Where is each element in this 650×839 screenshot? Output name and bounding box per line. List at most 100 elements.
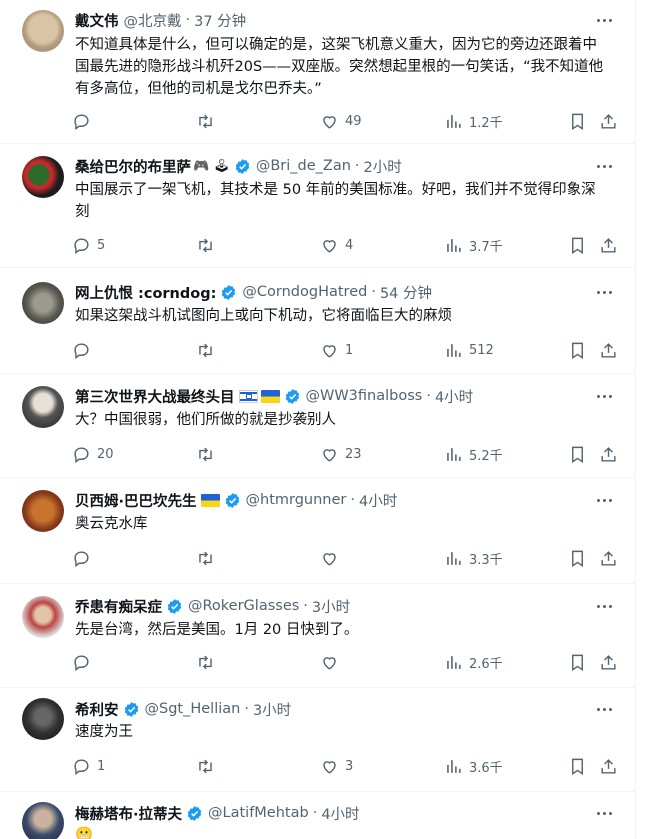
- retweet-button[interactable]: [196, 443, 215, 465]
- more-icon[interactable]: [594, 490, 614, 510]
- handle[interactable]: @Bri_de_Zan: [256, 158, 351, 174]
- share-button[interactable]: [599, 110, 618, 132]
- avatar[interactable]: [22, 156, 64, 198]
- timestamp[interactable]: 4小时: [321, 803, 359, 824]
- verified-badge-icon: [235, 158, 250, 174]
- tweet[interactable]: 戴文伟 @北京戴 · 37 分钟 不知道具体是什么，但可以确定的是，这架飞机意义…: [0, 0, 636, 144]
- handle[interactable]: @LatifMehtab: [208, 805, 309, 821]
- timestamp[interactable]: 54 分钟: [380, 282, 432, 303]
- like-button[interactable]: 23: [320, 443, 362, 465]
- views-button[interactable]: 5.2千: [444, 443, 503, 465]
- tweet[interactable]: 希利安 @Sgt_Hellian · 3小时 速度为王 1 3 3.6千: [0, 688, 636, 792]
- display-name[interactable]: 第三次世界大战最终头目: [75, 386, 235, 407]
- bookmark-button[interactable]: [568, 110, 587, 132]
- more-icon[interactable]: [594, 282, 614, 302]
- display-name[interactable]: 戴文伟: [75, 10, 119, 31]
- more-icon[interactable]: [594, 803, 614, 823]
- timestamp[interactable]: 4小时: [435, 386, 473, 407]
- avatar[interactable]: [22, 10, 64, 52]
- reply-button[interactable]: [72, 547, 97, 569]
- bookmark-button[interactable]: [568, 339, 587, 361]
- retweet-button[interactable]: [196, 547, 215, 569]
- more-icon[interactable]: [594, 386, 614, 406]
- reply-button[interactable]: 5: [72, 234, 105, 256]
- retweet-button[interactable]: [196, 234, 215, 256]
- bookmark-button[interactable]: [568, 234, 587, 256]
- share-button[interactable]: [599, 443, 618, 465]
- share-button[interactable]: [599, 547, 618, 569]
- views-button[interactable]: 3.3千: [444, 547, 503, 569]
- share-button[interactable]: [599, 651, 618, 673]
- tweet[interactable]: 桑给巴尔的布里萨 🎮 🕹 @Bri_de_Zan · 2小时 中国展示了一架飞机…: [0, 144, 636, 268]
- avatar[interactable]: [22, 802, 64, 839]
- handle[interactable]: @Sgt_Hellian: [145, 701, 241, 717]
- avatar[interactable]: [22, 386, 64, 428]
- more-icon[interactable]: [594, 596, 614, 616]
- like-icon: [323, 115, 336, 129]
- like-count: 49: [345, 113, 362, 129]
- display-name[interactable]: 贝西姆·巴巴坎先生: [75, 490, 197, 511]
- views-button[interactable]: 512: [444, 339, 494, 361]
- handle[interactable]: @CorndogHatred: [242, 284, 367, 300]
- timestamp[interactable]: 3小时: [253, 699, 291, 720]
- display-name[interactable]: 网上仇恨 :corndog:: [75, 282, 216, 303]
- more-icon[interactable]: [594, 10, 614, 30]
- display-name[interactable]: 梅赫塔布·拉蒂夫: [75, 803, 182, 824]
- like-button[interactable]: 3: [320, 755, 353, 777]
- like-button[interactable]: 1: [320, 339, 353, 361]
- retweet-button[interactable]: [196, 339, 215, 361]
- reply-icon: [74, 550, 89, 567]
- timestamp[interactable]: 3小时: [312, 596, 350, 617]
- handle[interactable]: @RokerGlasses: [188, 598, 299, 614]
- avatar[interactable]: [22, 698, 64, 740]
- tweet[interactable]: 乔患有痴呆症 @RokerGlasses · 3小时 先是台湾，然后是美国。1月…: [0, 584, 636, 688]
- display-name[interactable]: 希利安: [75, 699, 119, 720]
- reply-button[interactable]: [72, 651, 97, 673]
- share-icon: [601, 550, 616, 566]
- views-button[interactable]: 2.6千: [444, 651, 503, 673]
- tweet-text: 😬: [75, 827, 94, 839]
- views-button[interactable]: 1.2千: [444, 110, 503, 132]
- handle[interactable]: @北京戴: [124, 10, 182, 31]
- share-button[interactable]: [599, 755, 618, 777]
- bookmark-button[interactable]: [568, 651, 587, 673]
- timestamp[interactable]: 37 分钟: [194, 10, 246, 31]
- like-button[interactable]: 4: [320, 234, 353, 256]
- avatar[interactable]: [22, 596, 64, 638]
- more-icon[interactable]: [594, 699, 614, 719]
- share-button[interactable]: [599, 339, 618, 361]
- more-icon[interactable]: [594, 156, 614, 176]
- views-button[interactable]: 3.6千: [444, 755, 503, 777]
- retweet-button[interactable]: [196, 755, 215, 777]
- bookmark-button[interactable]: [568, 443, 587, 465]
- reply-button[interactable]: 1: [72, 755, 105, 777]
- like-button[interactable]: 49: [320, 110, 362, 132]
- tweet[interactable]: 第三次世界大战最终头目 @WW3finalboss · 4小时 大？中国很弱，他…: [0, 374, 636, 478]
- handle[interactable]: @WW3finalboss: [306, 388, 423, 404]
- tweet[interactable]: 梅赫塔布·拉蒂夫 @LatifMehtab · 4小时 😬: [0, 792, 636, 839]
- timestamp[interactable]: 4小时: [359, 490, 397, 511]
- like-count: 3: [345, 758, 354, 774]
- share-button[interactable]: [599, 234, 618, 256]
- retweet-icon: [199, 343, 212, 357]
- avatar[interactable]: [22, 490, 64, 532]
- tweet[interactable]: 贝西姆·巴巴坎先生 @htmrgunner · 4小时 奥云克水库 3.3千: [0, 478, 636, 584]
- avatar[interactable]: [22, 282, 64, 324]
- reply-icon: [74, 113, 89, 130]
- like-button[interactable]: [320, 651, 345, 673]
- tweet[interactable]: 网上仇恨 :corndog: @CorndogHatred · 54 分钟 如果…: [0, 268, 636, 374]
- bookmark-button[interactable]: [568, 755, 587, 777]
- retweet-button[interactable]: [196, 110, 215, 132]
- handle[interactable]: @htmrgunner: [246, 492, 347, 508]
- reply-button[interactable]: [72, 339, 97, 361]
- view-count: 3.6千: [469, 760, 503, 776]
- retweet-button[interactable]: [196, 651, 215, 673]
- display-name[interactable]: 桑给巴尔的布里萨: [75, 156, 191, 177]
- timestamp[interactable]: 2小时: [364, 156, 402, 177]
- reply-button[interactable]: 20: [72, 443, 114, 465]
- display-name[interactable]: 乔患有痴呆症: [75, 596, 162, 617]
- bookmark-button[interactable]: [568, 547, 587, 569]
- views-button[interactable]: 3.7千: [444, 234, 503, 256]
- reply-button[interactable]: [72, 110, 97, 132]
- like-button[interactable]: [320, 547, 345, 569]
